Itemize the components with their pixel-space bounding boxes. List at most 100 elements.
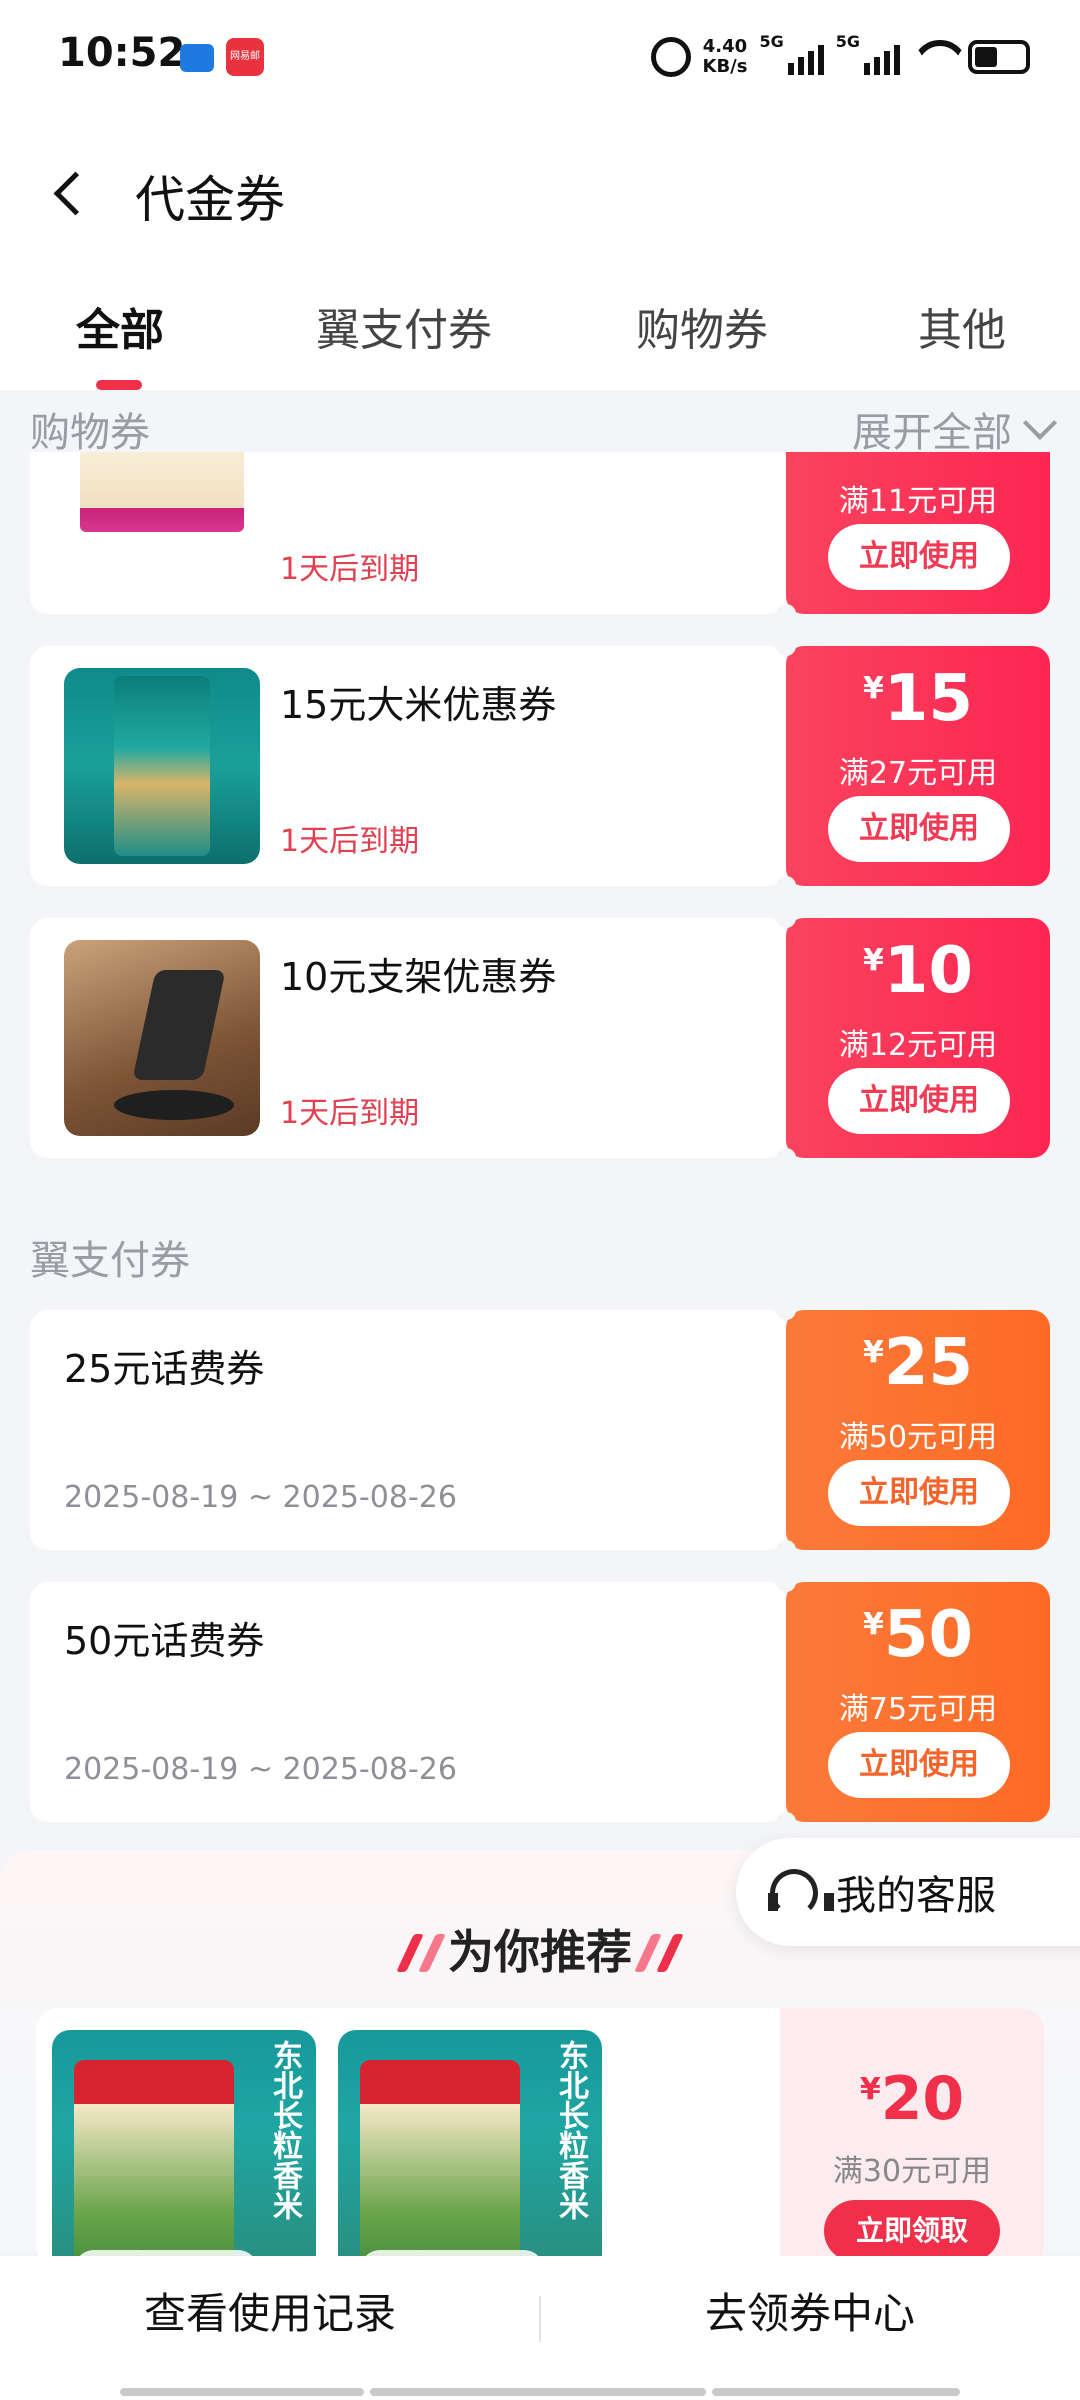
slash-decoration <box>418 1934 446 1972</box>
rice-product-image <box>64 668 260 864</box>
product-name: 东北长粒香米 <box>553 2040 588 2220</box>
card-notch <box>776 1540 796 1560</box>
signal-icon <box>787 39 824 75</box>
back-arrow-icon[interactable] <box>50 173 90 213</box>
coupon-card: 1天后到期 满11元可用 立即使用 <box>30 374 1050 624</box>
card-notch <box>776 636 796 656</box>
tab-bar: 全部 翼支付券 购物券 其他 <box>0 268 1080 390</box>
use-now-button[interactable]: 立即使用 <box>828 1068 1010 1134</box>
coupon-expiry: 1天后到期 <box>280 1096 420 1131</box>
product-name: 东北长粒香米 <box>267 2040 302 2220</box>
amount-value: 50 <box>883 1598 973 1672</box>
recommend-coupon: ¥20 满30元可用 立即领取 <box>780 2008 1044 2268</box>
amount-value: 10 <box>883 934 973 1008</box>
wifi-icon <box>912 40 956 74</box>
coupon-value-panel: ¥50 满75元可用 立即使用 <box>786 1582 1050 1822</box>
card-notch <box>776 1812 796 1832</box>
card-notch <box>776 1148 796 1168</box>
customer-service-button[interactable]: 我的客服 <box>736 1838 1080 1946</box>
coupon-title: 10元支架优惠券 <box>280 955 557 999</box>
coupon-title: 25元话费券 <box>64 1347 265 1391</box>
coupon-amount: ¥50 <box>786 1598 1050 1672</box>
coupon-card-body: 25元话费券 2025-08-19 ~ 2025-08-26 <box>30 1310 786 1550</box>
gesture-bar <box>120 2388 364 2396</box>
currency-symbol: ¥ <box>863 1607 884 1642</box>
status-icons: 4.40 KB/s 5G 5G <box>650 32 1030 82</box>
use-now-button[interactable]: 立即使用 <box>828 524 1010 590</box>
coupon-card-body: 50元话费券 2025-08-19 ~ 2025-08-26 <box>30 1582 786 1822</box>
gesture-bar <box>370 2388 706 2396</box>
coupon-card-body: 1天后到期 <box>30 452 786 614</box>
currency-symbol: ¥ <box>863 943 884 978</box>
go-coupon-center-button[interactable]: 去领券中心 <box>540 2256 1080 2372</box>
coupon-condition: 满12元可用 <box>838 1028 998 1063</box>
coupon-amount: ¥25 <box>786 1326 1050 1400</box>
card-notch <box>776 604 796 624</box>
tissue-product-image <box>80 452 244 532</box>
coupon-condition: 满50元可用 <box>838 1420 998 1455</box>
network-type-2: 5G <box>835 32 860 51</box>
coupon-value-panel: ¥10 满12元可用 立即使用 <box>786 918 1050 1158</box>
recommend-card[interactable]: 东北长粒香米 到手价¥16.9 东北长粒香米 到手价¥27.9 ¥20 满30元… <box>36 2008 1044 2268</box>
coupon-date-range: 2025-08-19 ~ 2025-08-26 <box>64 1752 457 1787</box>
coupon-value-panel: 满11元可用 立即使用 <box>786 452 1050 614</box>
coupon-card: 50元话费券 2025-08-19 ~ 2025-08-26 ¥50 满75元可… <box>30 1572 1050 1832</box>
rice-product-image[interactable]: 东北长粒香米 到手价¥27.9 <box>338 2030 602 2268</box>
coupon-card: 25元话费券 2025-08-19 ~ 2025-08-26 ¥25 满50元可… <box>30 1300 1050 1560</box>
page-header: 代金券 <box>0 118 1080 268</box>
coupon-date-range: 2025-08-19 ~ 2025-08-26 <box>64 1480 457 1515</box>
customer-service-label: 我的客服 <box>836 1873 996 1919</box>
coupon-expiry: 1天后到期 <box>280 552 420 587</box>
phone-stand-product-image <box>64 940 260 1136</box>
use-now-button[interactable]: 立即使用 <box>828 1460 1010 1526</box>
network-type-1: 5G <box>759 32 784 51</box>
coupon-card-body: 15元大米优惠券 1天后到期 <box>30 646 786 886</box>
section-pay-label: 翼支付券 <box>30 1238 190 1284</box>
tab-other[interactable]: 其他 <box>918 294 1006 358</box>
coupon-amount: ¥15 <box>786 662 1050 736</box>
claim-now-button[interactable]: 立即领取 <box>824 2200 1000 2262</box>
coupon-condition: 满27元可用 <box>838 756 998 791</box>
coupon-value-panel: ¥25 满50元可用 立即使用 <box>786 1310 1050 1550</box>
coupon-card: 10元支架优惠券 1天后到期 ¥10 满12元可用 立即使用 <box>30 908 1050 1168</box>
coupon-expiry: 1天后到期 <box>280 824 420 859</box>
page-title: 代金券 <box>135 171 285 229</box>
coupon-condition: 满30元可用 <box>832 2154 992 2189</box>
coupon-title: 15元大米优惠券 <box>280 683 557 727</box>
app-notification-icon <box>180 44 214 72</box>
amount-value: 20 <box>880 2064 965 2134</box>
slash-decoration <box>656 1934 684 1972</box>
coupon-card: 15元大米优惠券 1天后到期 ¥15 满27元可用 立即使用 <box>30 636 1050 896</box>
status-time: 10:52 <box>58 30 186 76</box>
headset-icon <box>766 1867 834 1917</box>
coupon-value-panel: ¥15 满27元可用 立即使用 <box>786 646 1050 886</box>
card-notch <box>776 908 796 928</box>
coupon-condition: 满75元可用 <box>838 1692 998 1727</box>
card-notch <box>776 1300 796 1320</box>
network-speed: 4.40 KB/s <box>703 37 748 77</box>
coupon-card-body: 10元支架优惠券 1天后到期 <box>30 918 786 1158</box>
amount-value: 25 <box>883 1326 973 1400</box>
coupon-amount: ¥10 <box>786 934 1050 1008</box>
status-bar: 10:52 网易邮 4.40 KB/s 5G 5G <box>0 0 1080 118</box>
coupon-title: 50元话费券 <box>64 1619 265 1663</box>
view-usage-history-button[interactable]: 查看使用记录 <box>0 2256 540 2372</box>
bottom-bar: 查看使用记录 去领券中心 <box>0 2256 1080 2400</box>
coupon-amount: ¥20 <box>780 2064 1044 2134</box>
speed-value: 4.40 <box>702 36 748 57</box>
signal-icon-2 <box>864 39 900 75</box>
rice-product-image[interactable]: 东北长粒香米 到手价¥16.9 <box>52 2030 316 2268</box>
gesture-bar <box>712 2388 960 2396</box>
amount-value: 15 <box>883 662 973 736</box>
tab-shopping-coupons[interactable]: 购物券 <box>636 294 768 358</box>
currency-symbol: ¥ <box>863 1335 884 1370</box>
tab-pay-coupons[interactable]: 翼支付券 <box>316 294 492 358</box>
currency-symbol: ¥ <box>863 671 884 706</box>
tab-all[interactable]: 全部 <box>76 294 164 358</box>
alarm-icon <box>650 37 691 77</box>
currency-symbol: ¥ <box>859 2072 881 2107</box>
use-now-button[interactable]: 立即使用 <box>828 796 1010 862</box>
speed-unit: KB/s <box>702 56 748 77</box>
card-notch <box>776 1572 796 1592</box>
use-now-button[interactable]: 立即使用 <box>828 1732 1010 1798</box>
